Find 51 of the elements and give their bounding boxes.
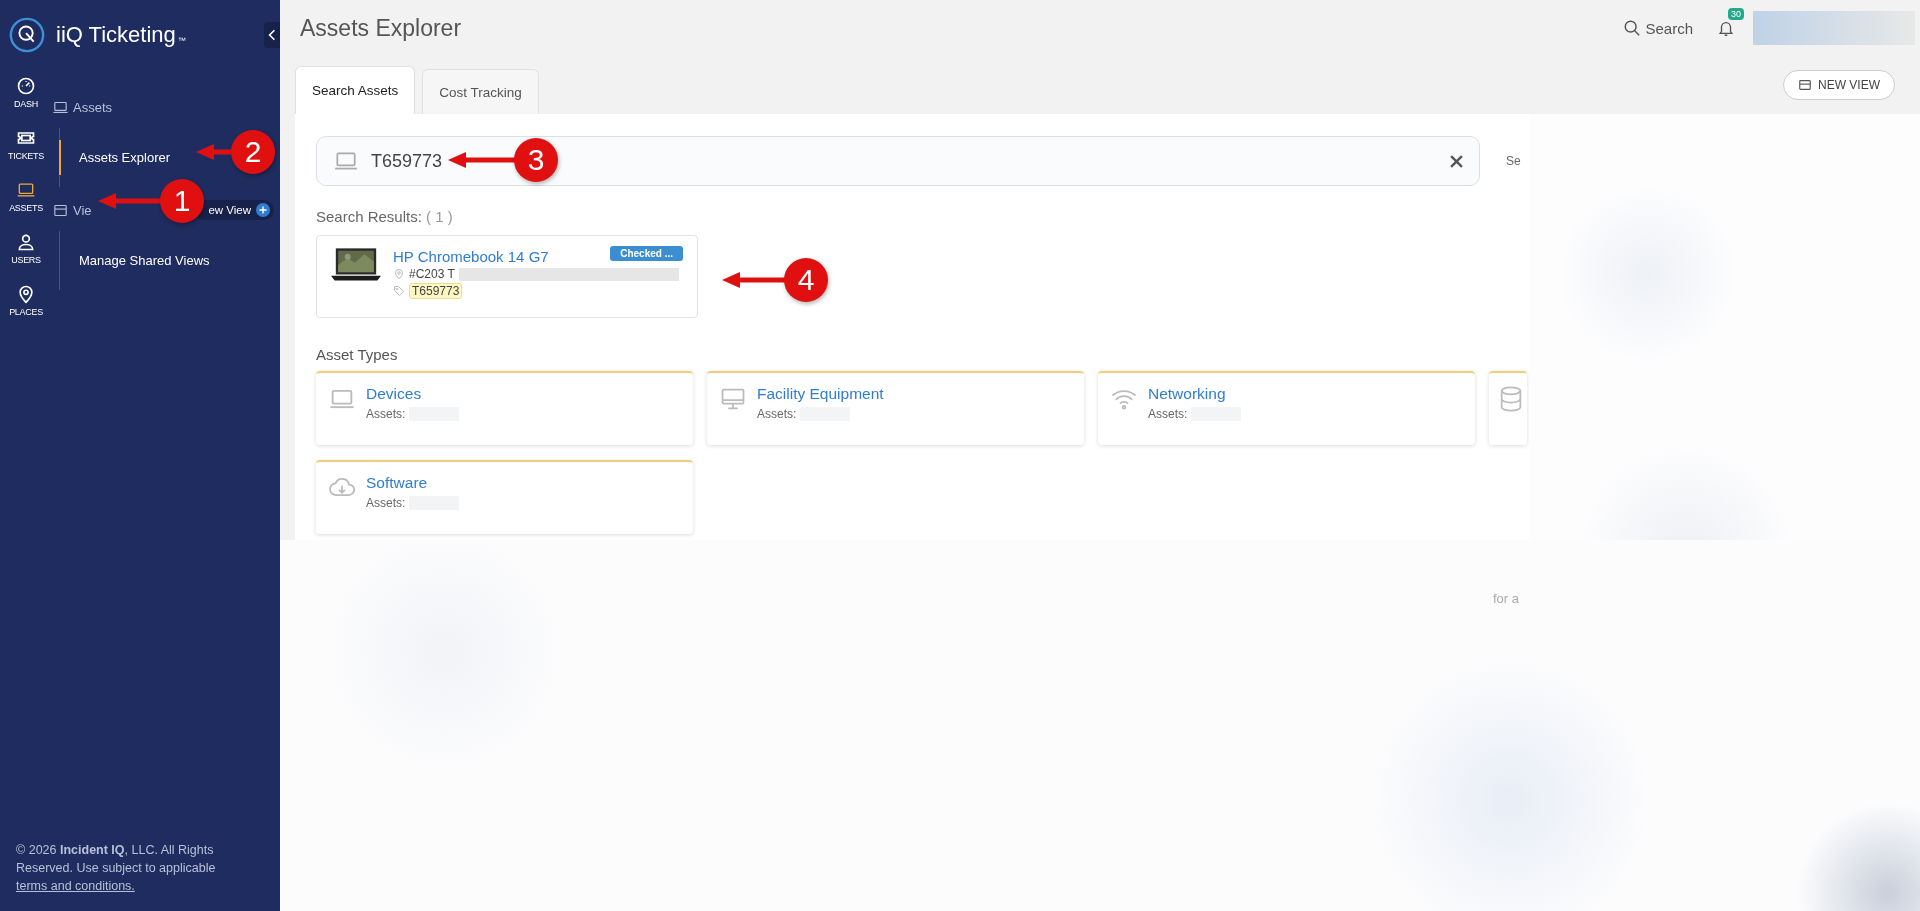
- cut-off-text: Se: [1506, 154, 1521, 168]
- asset-type-card[interactable]: Software Assets:: [316, 460, 693, 534]
- status-badge: Checked ...: [610, 246, 683, 261]
- page-title: Assets Explorer: [300, 14, 462, 42]
- nav-item[interactable]: DASH: [0, 76, 52, 128]
- results-label: Search Results:: [316, 208, 422, 225]
- result-card[interactable]: HP Chromebook 14 G7 Checked ... #C203 T T659773: [316, 235, 698, 318]
- tab[interactable]: Cost Tracking: [422, 69, 539, 114]
- window-icon: [1798, 78, 1812, 92]
- section-label: Vie: [73, 202, 92, 218]
- asset-type-card[interactable]: Networking Assets:: [1098, 371, 1475, 445]
- search-icon: [1623, 19, 1642, 37]
- plus-icon: [256, 203, 270, 217]
- chevron-left-icon: [268, 28, 276, 42]
- clear-icon[interactable]: [1450, 154, 1463, 168]
- nav-item[interactable]: ASSETS: [0, 180, 52, 232]
- asset-type-link[interactable]: Software: [366, 474, 460, 492]
- asset-type-link[interactable]: Networking: [1148, 385, 1242, 403]
- nav-item[interactable]: PLACES: [0, 284, 52, 336]
- count-label: Assets:: [1148, 407, 1188, 421]
- new-view-button[interactable]: NEW VIEW: [1783, 70, 1895, 100]
- asset-type-card[interactable]: Facility Equipment Assets:: [707, 371, 1084, 445]
- asset-tag: T659773: [409, 283, 463, 299]
- trademark: ™: [177, 35, 186, 45]
- results-count: ( 1 ): [426, 208, 453, 225]
- notification-count: 30: [1728, 8, 1744, 20]
- location-pin-icon: [393, 268, 405, 280]
- bell-icon: [1717, 19, 1735, 37]
- cut-off-text: for a: [1493, 591, 1519, 606]
- asset-type-link[interactable]: Devices: [366, 385, 460, 403]
- asset-name-link[interactable]: HP Chromebook 14 G7: [393, 248, 549, 265]
- asset-type-card[interactable]: Devices Assets:: [316, 371, 693, 445]
- logo-icon: [8, 16, 46, 54]
- location-text: #C203 T: [409, 267, 455, 281]
- count-label: Assets:: [366, 407, 406, 421]
- search-button[interactable]: Search: [1617, 18, 1699, 38]
- copyright-text: © 2026 Incident IQ, LLC. All Rights Reserved. Use subject to applicable terms and conditions.: [16, 842, 217, 895]
- tag-icon: [393, 285, 405, 297]
- menu-item[interactable]: Manage Shared Views: [59, 243, 280, 278]
- nav-item[interactable]: TICKETS: [0, 128, 52, 180]
- nav-item[interactable]: USERS: [0, 232, 52, 284]
- tab[interactable]: Search Assets: [295, 66, 416, 114]
- count-label: Assets:: [366, 496, 406, 510]
- section-label: Asset Types: [316, 346, 399, 363]
- collapse-button[interactable]: [264, 22, 280, 48]
- app-name: iiQ Ticketing: [56, 22, 176, 48]
- terms-link[interactable]: terms and conditions.: [16, 879, 135, 893]
- section-label: Assets: [73, 99, 112, 115]
- count-label: Assets:: [757, 407, 797, 421]
- notifications-button[interactable]: [1717, 19, 1735, 37]
- asset-type-link[interactable]: Facility Equipment: [757, 385, 884, 403]
